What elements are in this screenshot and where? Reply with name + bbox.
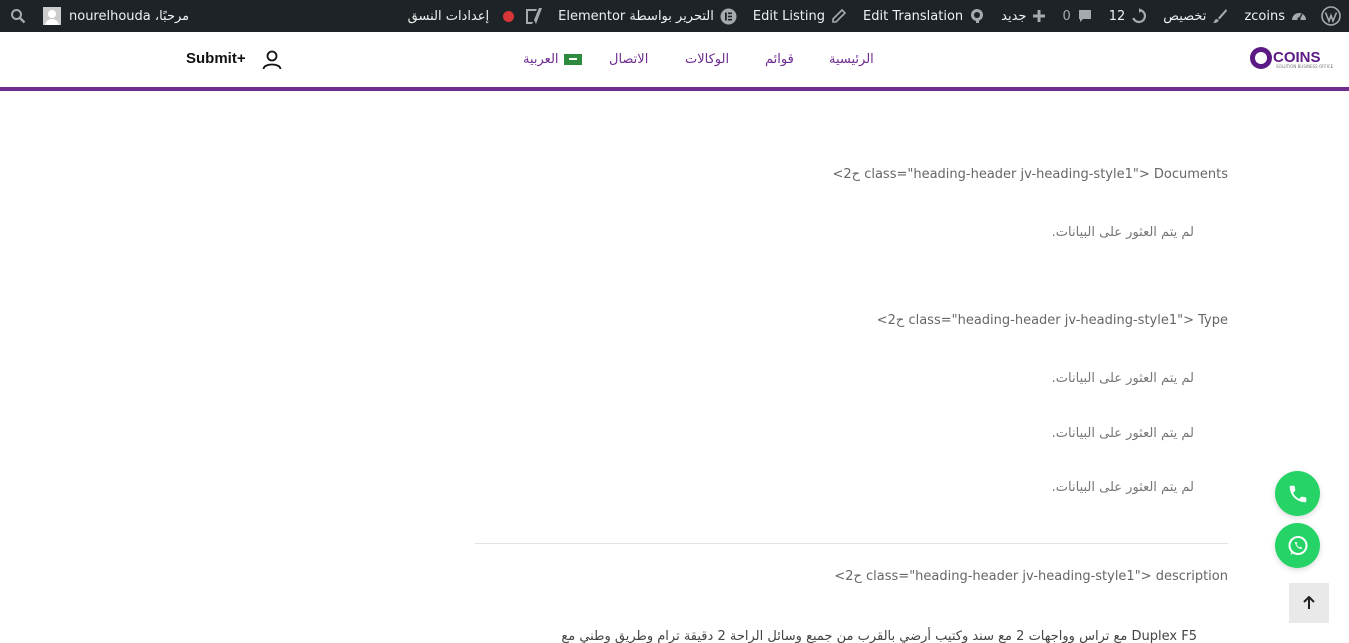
site-logo[interactable]: COINS SOLUTION BUSINESS OFFICE — [1250, 46, 1340, 70]
comments-count: 0 — [1062, 8, 1071, 24]
comments-link[interactable]: 0 — [1054, 0, 1100, 32]
plus-icon — [1032, 9, 1046, 23]
edit-translation-label: Edit Translation — [863, 8, 964, 24]
elementor-label: التحرير بواسطة Elementor — [558, 8, 714, 24]
greeting-label: مرحبًا، nourelhouda — [69, 8, 190, 24]
description-heading: <ح2 class="heading-header jv-heading-sty… — [834, 569, 1228, 584]
comment-icon — [1077, 8, 1093, 24]
site-name-menu[interactable]: zcoins — [1236, 0, 1315, 32]
customize-link[interactable]: تخصيص — [1155, 0, 1236, 32]
type-no-data-1: لم يتم العثور على البيانات. — [1051, 371, 1194, 386]
phone-icon — [1287, 483, 1309, 505]
new-content-menu[interactable]: جديد — [993, 0, 1054, 32]
updates-count: 12 — [1108, 8, 1126, 24]
type-no-data-2: لم يتم العثور على البيانات. — [1051, 426, 1194, 441]
avatar-icon — [43, 7, 61, 25]
whatsapp-button[interactable] — [1275, 523, 1320, 568]
whatsapp-icon — [1286, 534, 1310, 558]
arrow-up-icon — [1302, 596, 1316, 610]
dashboard-icon — [1291, 8, 1307, 24]
language-label: العربية — [523, 52, 559, 67]
wordpress-icon — [1321, 6, 1341, 26]
admin-bar-primary: zcoins تخصيص 12 0 جديد Edit Translation … — [400, 0, 1349, 32]
updates-icon — [1131, 8, 1147, 24]
nav-item-contact[interactable]: الاتصال — [609, 52, 648, 67]
site-name: zcoins — [1244, 8, 1285, 24]
wordpress-menu[interactable] — [1315, 0, 1349, 32]
updates-link[interactable]: 12 — [1101, 0, 1156, 32]
brush-icon — [1212, 8, 1228, 24]
documents-heading: <ح2 class="heading-header jv-heading-sty… — [832, 167, 1228, 182]
nav-item-listings[interactable]: قوائم — [765, 52, 794, 67]
edit-translation-link[interactable]: Edit Translation — [855, 0, 993, 32]
theme-settings-label: إعدادات النسق — [407, 8, 490, 24]
logo-text: COINS — [1273, 49, 1321, 66]
nav-item-home[interactable]: الرئيسية — [829, 52, 874, 67]
nav-item-language[interactable]: العربية — [523, 52, 582, 67]
new-label: جديد — [1001, 8, 1027, 24]
yoast-menu[interactable] — [497, 0, 550, 32]
yoast-icon — [524, 7, 544, 25]
site-header: COINS SOLUTION BUSINESS OFFICE الرئيسية … — [0, 32, 1349, 88]
type-heading: <ح2 class="heading-header jv-heading-sty… — [876, 313, 1228, 328]
back-to-top-button[interactable] — [1289, 583, 1329, 623]
admin-bar: zcoins تخصيص 12 0 جديد Edit Translation … — [0, 0, 1349, 32]
nav-item-agencies[interactable]: الوكالات — [685, 52, 729, 67]
header-accent-line — [0, 87, 1349, 91]
translate-icon — [969, 8, 985, 24]
search-icon — [10, 8, 26, 24]
documents-no-data: لم يتم العثور على البيانات. — [1051, 225, 1194, 240]
pencil-icon — [831, 8, 847, 24]
account-menu[interactable]: مرحبًا، nourelhouda — [35, 0, 197, 32]
logo-mark-icon — [1250, 47, 1272, 69]
elementor-edit-link[interactable]: التحرير بواسطة Elementor — [550, 0, 745, 32]
phone-button[interactable] — [1275, 471, 1320, 516]
status-dot-icon — [503, 10, 515, 22]
edit-listing-link[interactable]: Edit Listing — [745, 0, 855, 32]
elementor-icon — [720, 8, 737, 25]
submit-button[interactable]: Submit+ — [186, 50, 246, 67]
theme-settings-link[interactable]: إعدادات النسق — [400, 0, 498, 32]
description-text: Duplex F5 مع تراس وواجهات 2 مع سند وكتيب… — [561, 629, 1197, 643]
logo-subtitle: SOLUTION BUSINESS OFFICE — [1276, 64, 1334, 69]
section-divider — [475, 543, 1228, 544]
type-no-data-3: لم يتم العثور على البيانات. — [1051, 480, 1194, 495]
flag-icon — [563, 54, 582, 65]
search-button[interactable] — [0, 0, 35, 32]
user-icon[interactable] — [261, 49, 283, 71]
customize-label: تخصيص — [1163, 8, 1207, 24]
admin-bar-secondary: مرحبًا، nourelhouda — [0, 0, 197, 32]
edit-listing-label: Edit Listing — [752, 8, 826, 24]
